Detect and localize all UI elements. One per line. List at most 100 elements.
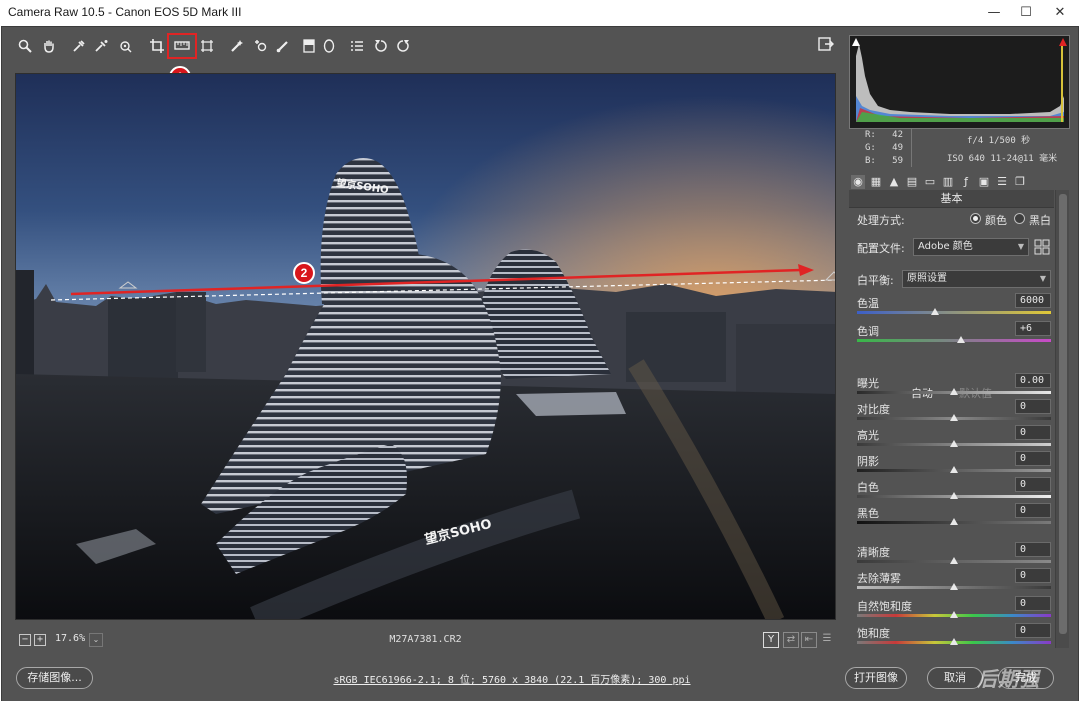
slider-thumb[interactable] bbox=[950, 638, 958, 645]
highlight-clipping-icon[interactable] bbox=[1059, 38, 1067, 46]
slider-thumb[interactable] bbox=[950, 492, 958, 499]
treatment-color-radio[interactable] bbox=[970, 213, 981, 224]
slider-label: 色温 bbox=[857, 297, 879, 310]
image-preview[interactable]: 望京SOHO 望京SOHO bbox=[15, 73, 836, 620]
slider-track[interactable] bbox=[857, 339, 1051, 342]
rotate-right-icon[interactable] bbox=[392, 35, 414, 59]
slider-label: 黑色 bbox=[857, 507, 879, 520]
slider-value-input[interactable]: 0 bbox=[1015, 542, 1051, 557]
slider-thumb[interactable] bbox=[950, 611, 958, 618]
slider-clarity[interactable]: 清晰度 0 bbox=[857, 542, 1051, 570]
slider-tint[interactable]: 色调 +6 bbox=[857, 321, 1051, 349]
slider-whites[interactable]: 白色 0 bbox=[857, 477, 1051, 505]
slider-thumb[interactable] bbox=[950, 466, 958, 473]
slider-temperature[interactable]: 色温 6000 bbox=[857, 293, 1051, 321]
shadow-clipping-icon[interactable] bbox=[852, 38, 860, 46]
treatment-bw-radio[interactable] bbox=[1014, 213, 1025, 224]
profile-browser-icon[interactable] bbox=[1034, 239, 1050, 255]
histogram-graph bbox=[856, 44, 1064, 122]
slider-value-input[interactable]: 0 bbox=[1015, 477, 1051, 492]
slider-thumb[interactable] bbox=[957, 336, 965, 343]
maximize-button[interactable]: ☐ bbox=[1010, 0, 1042, 26]
preferences-icon[interactable] bbox=[346, 35, 368, 59]
color-sampler-tool-icon[interactable] bbox=[90, 35, 112, 59]
readout-divider bbox=[911, 129, 912, 167]
tab-snapshots-icon[interactable]: ❐ bbox=[1013, 175, 1027, 189]
bottom-bar: 存储图像... sRGB IEC61966-2.1; 8 位; 5760 x 3… bbox=[2, 657, 1078, 701]
hand-tool-icon[interactable] bbox=[38, 35, 60, 59]
slider-label: 白色 bbox=[857, 481, 879, 494]
tab-tone-curve-icon[interactable]: ▦ bbox=[869, 175, 883, 189]
tab-presets-icon[interactable]: ☰ bbox=[995, 175, 1009, 189]
rgb-labels: R: G: B: bbox=[865, 129, 876, 168]
slider-thumb[interactable] bbox=[950, 518, 958, 525]
slider-value-input[interactable]: 0 bbox=[1015, 568, 1051, 583]
slider-value-input[interactable]: +6 bbox=[1015, 321, 1051, 336]
slider-value-input[interactable]: 0 bbox=[1015, 503, 1051, 518]
radial-filter-icon[interactable] bbox=[318, 35, 340, 59]
aperture-shutter: f/4 1/500 秒 bbox=[967, 136, 1031, 146]
slider-value-input[interactable]: 0 bbox=[1015, 425, 1051, 440]
slider-label: 曝光 bbox=[857, 377, 879, 390]
slider-track[interactable] bbox=[857, 311, 1051, 314]
profile-select[interactable]: Adobe 颜色 ▼ bbox=[913, 238, 1029, 256]
toggle-view-icon[interactable]: ☰ bbox=[819, 632, 835, 648]
window-title: Camera Raw 10.5 - Canon EOS 5D Mark III bbox=[8, 5, 242, 19]
rotate-left-icon[interactable] bbox=[370, 35, 392, 59]
slider-thumb[interactable] bbox=[950, 557, 958, 564]
slider-blacks[interactable]: 黑色 0 bbox=[857, 503, 1051, 531]
rgb-values: 42 49 59 bbox=[887, 129, 903, 168]
slider-value-input[interactable]: 6000 bbox=[1015, 293, 1051, 308]
white-balance-tool-icon[interactable] bbox=[68, 35, 90, 59]
slider-value-input[interactable]: 0 bbox=[1015, 596, 1051, 611]
zoom-tool-icon[interactable] bbox=[14, 35, 36, 59]
slider-thumb[interactable] bbox=[950, 583, 958, 590]
slider-shadows[interactable]: 阴影 0 bbox=[857, 451, 1051, 479]
slider-dehaze[interactable]: 去除薄雾 0 bbox=[857, 568, 1051, 596]
fullscreen-toggle-icon[interactable] bbox=[818, 37, 840, 59]
close-button[interactable]: ✕ bbox=[1044, 0, 1076, 26]
white-balance-label: 白平衡: bbox=[857, 274, 894, 287]
graduated-filter-icon[interactable] bbox=[298, 35, 320, 59]
before-after-view-button[interactable]: Y bbox=[763, 632, 779, 648]
slider-value-input[interactable]: 0 bbox=[1015, 399, 1051, 414]
scrollbar-thumb[interactable] bbox=[1059, 194, 1067, 634]
slider-value-input[interactable]: 0 bbox=[1015, 451, 1051, 466]
slider-contrast[interactable]: 对比度 0 bbox=[857, 399, 1051, 427]
slider-highlights[interactable]: 高光 0 bbox=[857, 425, 1051, 453]
red-eye-tool-icon[interactable] bbox=[250, 35, 272, 59]
slider-vibrance[interactable]: 自然饱和度 0 bbox=[857, 596, 1051, 624]
slider-thumb[interactable] bbox=[950, 440, 958, 447]
slider-value-input[interactable]: 0.00 bbox=[1015, 373, 1051, 388]
adjustment-brush-icon[interactable] bbox=[272, 35, 294, 59]
panel-scrollbar[interactable] bbox=[1055, 190, 1069, 648]
tab-calibration-icon[interactable]: ▣ bbox=[977, 175, 991, 189]
spot-removal-tool-icon[interactable] bbox=[226, 35, 248, 59]
workflow-options-link[interactable]: sRGB IEC61966-2.1; 8 位; 5760 x 3840 (22.… bbox=[282, 671, 742, 686]
slider-value-input[interactable]: 0 bbox=[1015, 623, 1051, 638]
copy-settings-icon[interactable]: ⇤ bbox=[801, 632, 817, 648]
tab-detail-icon[interactable]: ▲ bbox=[887, 175, 901, 189]
slider-exposure[interactable]: 曝光 0.00 bbox=[857, 373, 1051, 401]
slider-thumb[interactable] bbox=[950, 388, 958, 395]
tab-basic-icon[interactable]: ◉ bbox=[851, 175, 865, 189]
tab-hsl-icon[interactable]: ▤ bbox=[905, 175, 919, 189]
swap-settings-icon[interactable]: ⇄ bbox=[783, 632, 799, 648]
slider-thumb[interactable] bbox=[950, 414, 958, 421]
crop-tool-icon[interactable] bbox=[146, 35, 168, 59]
open-image-button[interactable]: 打开图像 bbox=[845, 667, 907, 689]
targeted-adjustment-tool-icon[interactable] bbox=[114, 35, 136, 59]
tab-effects-icon[interactable]: ƒ bbox=[959, 175, 973, 189]
tab-split-toning-icon[interactable]: ▭ bbox=[923, 175, 937, 189]
tab-lens-icon[interactable]: ▥ bbox=[941, 175, 955, 189]
transform-tool-icon[interactable] bbox=[196, 35, 218, 59]
cancel-button[interactable]: 取消 bbox=[927, 667, 983, 689]
slider-thumb[interactable] bbox=[931, 308, 939, 315]
save-image-button[interactable]: 存储图像... bbox=[16, 667, 93, 689]
slider-saturation[interactable]: 饱和度 0 bbox=[857, 623, 1051, 651]
camera-raw-window: 1 bbox=[1, 26, 1079, 701]
white-balance-select[interactable]: 原照设置 ▼ bbox=[902, 270, 1051, 288]
profile-value: Adobe 颜色 bbox=[918, 241, 973, 252]
minimize-button[interactable]: — bbox=[978, 0, 1010, 26]
white-balance-value: 原照设置 bbox=[907, 273, 947, 284]
